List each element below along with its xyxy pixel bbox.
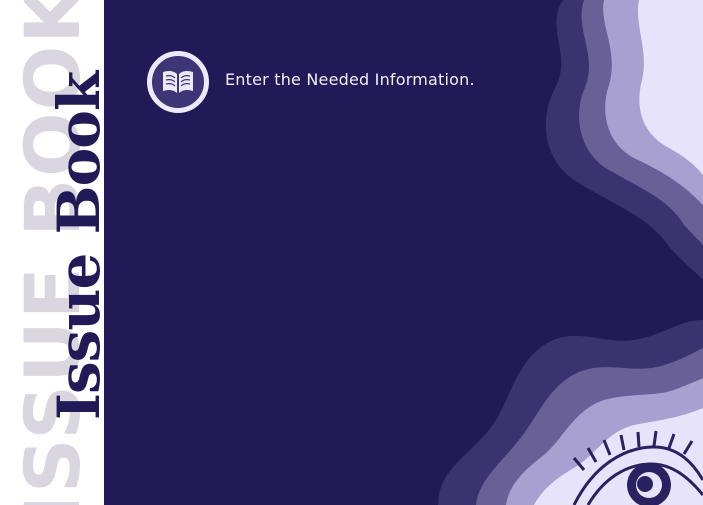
page-title: Issue Book xyxy=(45,71,104,421)
main-panel: Enter the Needed Information. xyxy=(104,0,703,505)
eye-illustration xyxy=(572,430,703,505)
sidebar: ISSUE BOOK Issue Book xyxy=(0,0,104,505)
